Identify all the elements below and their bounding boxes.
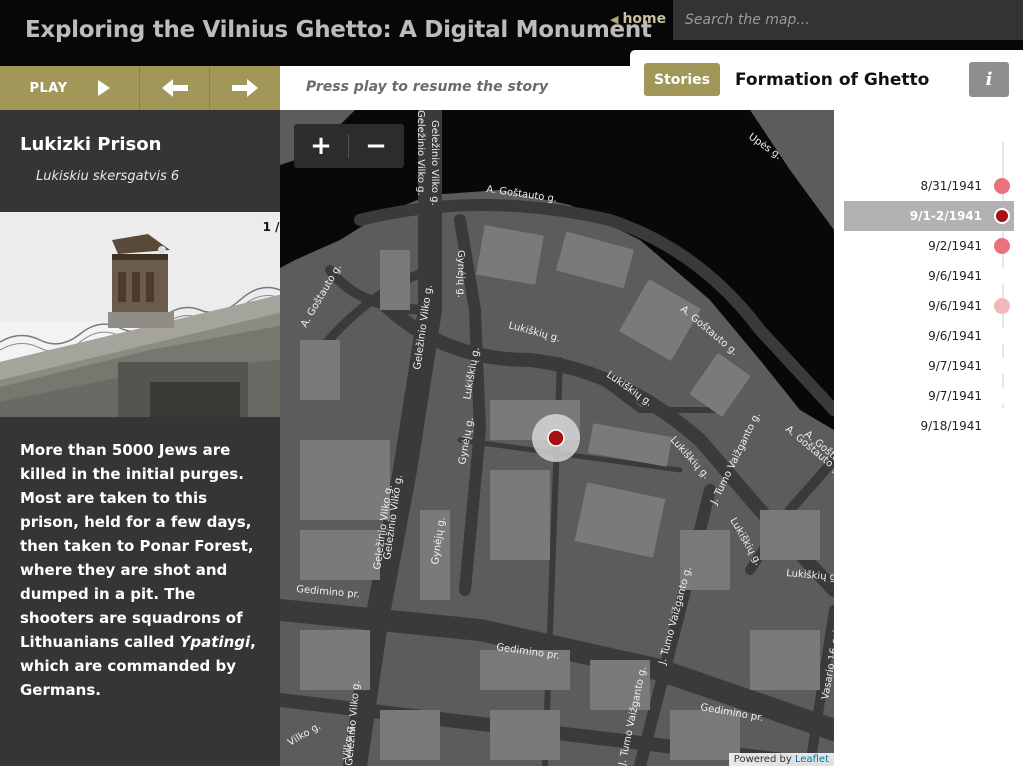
story-panel: Stories Formation of Ghetto i [630,50,1023,110]
timeline-dot[interactable] [994,208,1010,224]
arrow-left-icon [161,79,188,97]
description-emphasis: Ypatingi [179,633,251,651]
home-label: home [622,11,667,27]
attribution-prefix: Powered by [733,754,795,765]
timeline-dot[interactable] [994,418,1010,434]
street-label: Gynėjų g. [455,250,466,298]
story-title: Formation of Ghetto [735,70,930,90]
place-name: Lukizki Prison [20,134,162,155]
search-box [673,0,1023,40]
playback-controls: PLAY [0,66,280,110]
info-button[interactable]: i [969,62,1009,97]
map-canvas: Geležinio Vilko g. Geležinio Vilko g. Ge… [280,110,834,766]
timeline-item[interactable]: 9/7/1941 [844,351,1014,381]
location-marker[interactable] [547,429,565,447]
play-icon [97,80,110,96]
prison-photo-image [0,212,300,417]
timeline-date: 9/6/1941 [928,269,982,283]
timeline-date: 8/31/1941 [920,179,982,193]
leaflet-link[interactable]: Leaflet [795,754,829,765]
timeline-date: 9/18/1941 [920,419,982,433]
timeline-dot[interactable] [994,268,1010,284]
zoom-out-button[interactable]: − [349,124,403,168]
timeline-dot[interactable] [994,298,1010,314]
previous-button[interactable] [140,66,210,110]
arrow-right-icon [232,79,258,97]
place-info-panel: Lukizki Prison Lukiskiu skersgatvis 6 1 … [0,110,300,766]
timeline-date: 9/2/1941 [928,239,982,253]
zoom-control: + − [294,124,404,168]
timeline-date: 9/7/1941 [928,389,982,403]
search-input[interactable] [673,0,1023,40]
timeline-dot[interactable] [994,328,1010,344]
street-label: Geležinio Vilko g. [415,110,427,196]
timeline-date: 9/6/1941 [928,329,982,343]
timeline-date: 9/6/1941 [928,299,982,313]
street-label: Geležinio Vilko g. [429,120,441,206]
timeline-date: 9/7/1941 [928,359,982,373]
timeline-date: 9/1-2/1941 [909,209,982,223]
timeline-dot[interactable] [994,238,1010,254]
stories-button[interactable]: Stories [644,63,720,96]
map-attribution: Powered by Leaflet [728,753,834,766]
place-address: Lukiskiu skersgatvis 6 [36,169,180,184]
next-button[interactable] [210,66,280,110]
map-view[interactable]: Geležinio Vilko g. Geležinio Vilko g. Ge… [280,110,834,766]
play-button[interactable]: PLAY [0,66,140,110]
home-link[interactable]: ◀ home [610,11,666,27]
timeline-item[interactable]: 9/2/1941 [844,231,1014,261]
timeline-dot[interactable] [994,358,1010,374]
description-text: More than 5000 Jews are killed in the in… [20,441,254,651]
timeline-item[interactable]: 9/18/1941 [844,411,1014,441]
timeline-item[interactable]: 9/7/1941 [844,381,1014,411]
timeline-item[interactable]: 9/6/1941 [844,321,1014,351]
app-title: Exploring the Vilnius Ghetto: A Digital … [25,17,652,43]
status-bar: Press play to resume the story [280,66,630,110]
status-text: Press play to resume the story [306,79,549,95]
timeline-item[interactable]: 9/1-2/1941 [844,201,1014,231]
back-arrow-icon: ◀ [610,13,619,26]
timeline-item[interactable]: 8/31/1941 [844,171,1014,201]
zoom-in-button[interactable]: + [294,124,348,168]
timeline-item[interactable]: 9/6/1941 [844,261,1014,291]
timeline-dot[interactable] [994,178,1010,194]
timeline-item[interactable]: 9/6/1941 [844,291,1014,321]
play-label: PLAY [29,80,68,96]
timeline-panel: 8/31/1941 9/1-2/1941 9/2/1941 9/6/1941 9/6/1… [834,110,1023,766]
place-photo[interactable]: 1 / 2 [0,212,300,417]
place-description: More than 5000 Jews are killed in the in… [20,438,270,702]
timeline-dot[interactable] [994,388,1010,404]
